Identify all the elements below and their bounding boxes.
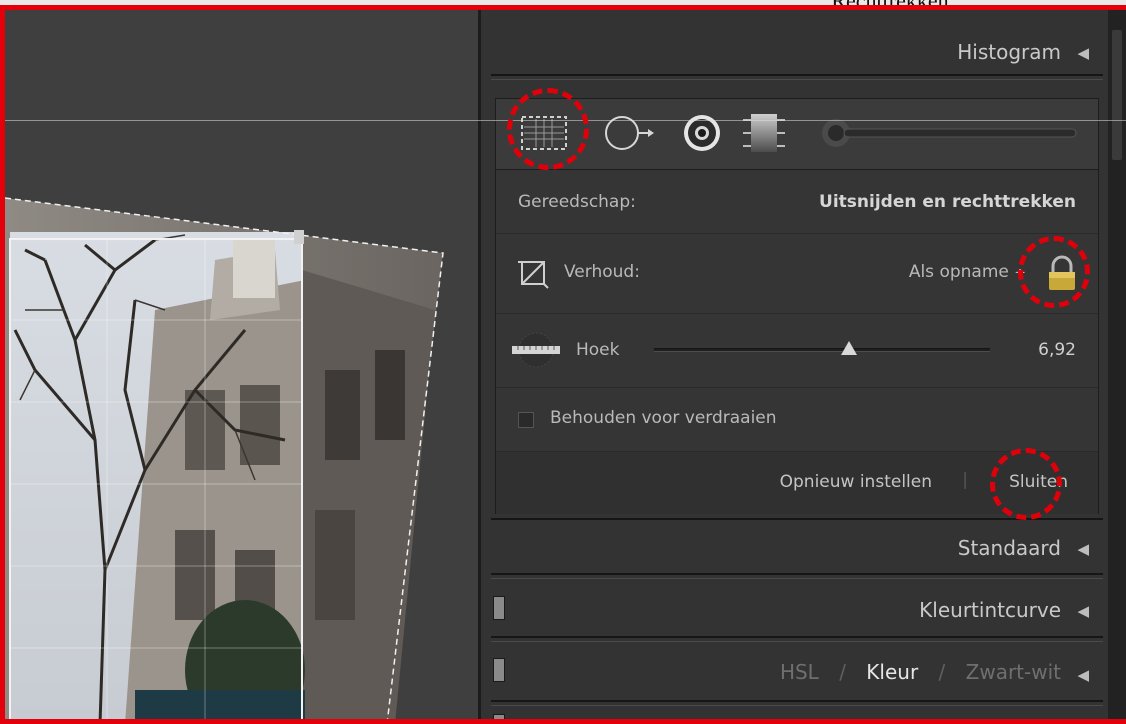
image-canvas[interactable] [5, 10, 478, 724]
adjustment-brush-button[interactable] [816, 99, 1086, 171]
aspect-label: Verhoud: [564, 262, 640, 282]
aspect-select[interactable]: Als opname ÷ [909, 262, 1026, 282]
lock-highlight [1018, 236, 1090, 308]
angle-value[interactable]: 6,92 [1038, 340, 1076, 360]
collapse-triangle-icon[interactable]: ◀ [1077, 44, 1089, 62]
basic-title: Standaard [957, 536, 1061, 560]
hsl-header[interactable]: HSL / Kleur / Zwart-wit ◀ [491, 652, 1101, 692]
basic-header[interactable]: Standaard ◀ [491, 528, 1101, 568]
tool-row: Gereedschap: Uitsnijden en rechttrekken [496, 170, 1098, 234]
panel-toggle-switch[interactable] [493, 658, 505, 682]
collapse-triangle-icon[interactable]: ◀ [1077, 540, 1089, 558]
spot-removal-button[interactable] [596, 99, 660, 171]
tab-zwart-wit[interactable]: Zwart-wit [966, 660, 1061, 684]
aspect-row: Verhoud: Als opname ÷ [496, 234, 1098, 314]
divider [491, 573, 1103, 575]
panel-scrollbar[interactable] [1108, 10, 1126, 724]
action-separator: | [962, 470, 968, 490]
graduated-filter-button[interactable] [736, 99, 792, 171]
collapse-triangle-icon[interactable]: ◀ [1077, 666, 1089, 684]
divider [491, 641, 1103, 642]
hsl-tabs: HSL / Kleur / Zwart-wit [780, 660, 1061, 684]
tab-hsl[interactable]: HSL [780, 660, 819, 684]
collapse-triangle-icon[interactable]: ◀ [1077, 602, 1089, 620]
tone-curve-title: Kleurtintcurve [919, 598, 1061, 622]
reset-button[interactable]: Opnieuw instellen [780, 472, 932, 492]
divider [491, 578, 1103, 579]
tab-separator: / [839, 660, 846, 684]
tab-separator: / [938, 660, 946, 684]
angle-slider[interactable] [654, 341, 990, 355]
angle-label: Hoek [576, 340, 620, 360]
aspect-value: Als opname [908, 262, 1009, 282]
angle-row: Hoek 6,92 [496, 314, 1098, 388]
app-window: Histogram ◀ Gereedschap: Uitsnijden en r… [0, 5, 1126, 724]
panel-toggle-switch[interactable] [493, 596, 505, 620]
scroll-thumb[interactable] [1112, 30, 1122, 160]
divider [491, 74, 1103, 76]
frame-bottom-border [0, 719, 1126, 724]
crop-tool-highlight [507, 88, 589, 170]
tone-curve-header[interactable]: Kleurtintcurve ◀ [491, 590, 1101, 630]
tab-kleur[interactable]: Kleur [866, 660, 918, 684]
graduated-filter-icon [739, 108, 789, 162]
aspect-crop-icon[interactable] [514, 254, 554, 298]
divider [491, 79, 1103, 80]
close-highlight [990, 448, 1062, 520]
histogram-header[interactable]: Histogram ◀ [491, 32, 1101, 72]
divider [491, 636, 1103, 638]
constrain-checkbox[interactable] [518, 412, 534, 428]
tool-value: Uitsnijden en rechttrekken [819, 192, 1076, 212]
histogram-title: Histogram [957, 40, 1061, 64]
tool-label: Gereedschap: [518, 192, 636, 212]
angle-slider-thumb[interactable] [840, 341, 857, 355]
red-eye-icon [680, 111, 724, 159]
spot-removal-icon [598, 111, 658, 159]
constrain-row: Behouden voor verdraaien [496, 388, 1098, 452]
constrain-label: Behouden voor verdraaien [550, 408, 777, 428]
divider [491, 705, 1103, 706]
red-eye-button[interactable] [674, 99, 730, 171]
divider [491, 518, 1103, 520]
divider [491, 700, 1103, 702]
photo [5, 10, 478, 724]
straighten-ruler-icon[interactable] [508, 332, 564, 372]
